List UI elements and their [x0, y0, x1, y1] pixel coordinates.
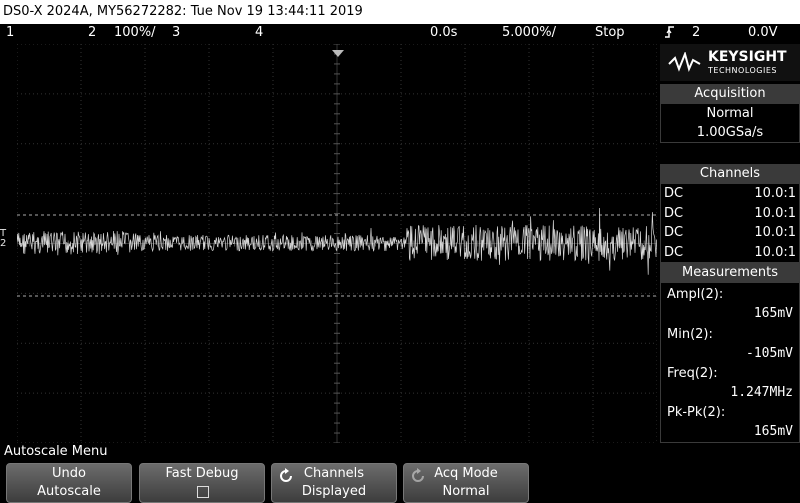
measurement-value: 165mV	[753, 424, 793, 439]
softkey-label: Autoscale	[37, 484, 101, 499]
acquisition-mode: Normal	[706, 106, 754, 121]
trigger-channel[interactable]: 2	[692, 24, 700, 42]
channel-probe: 10.0:1	[754, 186, 796, 201]
graticule	[16, 43, 658, 444]
measurement-label: Min(2):	[667, 327, 713, 342]
channel-probe: 10.0:1	[754, 245, 796, 260]
trigger-position-icon[interactable]	[332, 43, 344, 62]
channel-coupling: DC	[664, 225, 684, 240]
channels-box: DC 10.0:1 DC 10.0:1 DC 10.0:1 DC 10.0:1	[660, 183, 800, 263]
softkey-label: Normal	[442, 484, 490, 499]
channel-2-ground-marker[interactable]: 2	[0, 238, 16, 249]
run-state[interactable]: Stop	[595, 24, 625, 42]
channel-coupling: DC	[664, 186, 684, 201]
sample-rate: 1.00GSa/s	[696, 125, 764, 140]
channel-coupling: DC	[664, 206, 684, 221]
measurement-label: Ampl(2):	[667, 287, 724, 302]
softkey-label: Acq Mode	[434, 466, 498, 481]
brand-sub: TECHNOLOGIES	[708, 66, 777, 75]
channel-1-indicator[interactable]: 1	[6, 24, 14, 42]
channel-3-indicator[interactable]: 3	[172, 24, 180, 42]
softkey-label: Undo	[52, 466, 86, 481]
acquisition-header[interactable]: Acquisition	[660, 84, 800, 103]
measurement-label: Freq(2):	[667, 366, 718, 381]
channel-2-indicator[interactable]: 2	[88, 24, 96, 42]
softkey-menu: Autoscale Menu Undo Autoscale Fast Debug…	[0, 443, 800, 503]
channel-4-indicator[interactable]: 4	[255, 24, 263, 42]
right-panel: KEYSIGHT TECHNOLOGIES Acquisition Normal…	[660, 44, 800, 443]
brand-name: KEYSIGHT	[708, 49, 787, 65]
channels-displayed-button[interactable]: Channels Displayed	[271, 463, 397, 503]
time-scale[interactable]: 5.000%/	[502, 24, 556, 42]
measurements-header[interactable]: Measurements	[660, 263, 800, 282]
fast-debug-button[interactable]: Fast Debug	[139, 463, 265, 503]
channels-header[interactable]: Channels	[660, 164, 800, 183]
measurements-box: Ampl(2): 165mV Min(2): -105mV Freq(2): 1…	[660, 282, 800, 443]
measurement-value: 1.247MHz	[730, 385, 793, 400]
window-title: DS0-X 2024A, MY56272282: Tue Nov 19 13:4…	[0, 0, 800, 24]
measurement-label: Pk-Pk(2):	[667, 405, 726, 420]
trigger-edge-icon	[664, 24, 676, 46]
waveform-display[interactable]	[16, 43, 658, 444]
keysight-logo: KEYSIGHT TECHNOLOGIES	[660, 44, 800, 81]
channel-probe: 10.0:1	[754, 225, 796, 240]
keysight-wave-icon	[668, 52, 701, 72]
measurement-value: -105mV	[746, 346, 793, 361]
menu-title: Autoscale Menu	[4, 444, 108, 459]
fast-debug-checkbox[interactable]	[197, 486, 209, 498]
measurement-value: 165mV	[753, 306, 793, 321]
softkey-label: Displayed	[301, 484, 367, 499]
acq-mode-button[interactable]: Acq Mode Normal	[403, 463, 529, 503]
status-bar: 1 2 100%/ 3 4 0.0s 5.000%/ Stop 2 0.0V	[0, 24, 800, 42]
channel-2-scale[interactable]: 100%/	[114, 24, 156, 42]
undo-autoscale-button[interactable]: Undo Autoscale	[6, 463, 132, 503]
softkey-label: Channels	[303, 466, 365, 481]
trigger-level[interactable]: 0.0V	[748, 24, 778, 42]
channel-probe: 10.0:1	[754, 206, 796, 221]
time-offset[interactable]: 0.0s	[430, 24, 457, 42]
channel-coupling: DC	[664, 245, 684, 260]
softkey-label: Fast Debug	[165, 466, 239, 481]
acquisition-box: Normal 1.00GSa/s	[660, 103, 800, 143]
